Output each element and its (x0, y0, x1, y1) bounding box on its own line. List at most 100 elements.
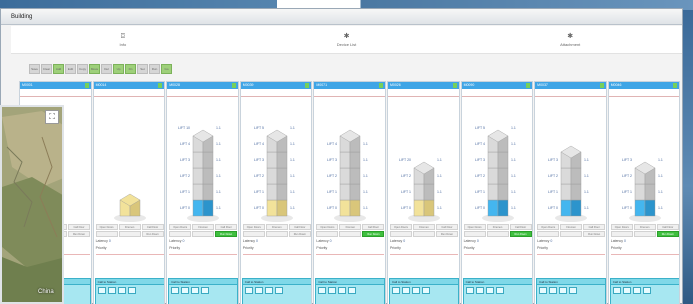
control-button[interactable]: Call Floor (141, 224, 164, 230)
call-floor-button[interactable] (274, 287, 283, 294)
panel-header[interactable]: M0037 (535, 82, 606, 89)
control-button[interactable] (610, 231, 633, 237)
call-floor-button[interactable] (348, 287, 357, 294)
toolbar-button[interactable]: Copy (77, 64, 88, 74)
control-button[interactable]: Open Doors (610, 224, 633, 230)
call-floor-button[interactable] (421, 287, 430, 294)
call-floor-button[interactable] (622, 287, 631, 294)
panel-header[interactable]: M0046 (608, 82, 680, 89)
call-floor-button[interactable] (569, 287, 578, 294)
toolbar-button[interactable]: Dn (125, 64, 136, 74)
toolbar-button[interactable]: Del (101, 64, 112, 74)
run-button[interactable]: Run Down (435, 231, 458, 237)
call-floor-button[interactable] (97, 287, 106, 294)
control-button[interactable] (192, 231, 215, 237)
control-button[interactable]: Firemen (633, 224, 656, 230)
control-button[interactable]: Call Floor (435, 224, 458, 230)
call-floor-button[interactable] (338, 287, 347, 294)
fullscreen-button[interactable]: ⛶ (45, 110, 59, 124)
toolbar-button[interactable]: Set (137, 64, 148, 74)
control-button[interactable] (463, 231, 486, 237)
run-button[interactable]: Run Down (362, 231, 385, 237)
control-button[interactable]: Firemen (192, 224, 215, 230)
call-floor-button[interactable] (201, 287, 210, 294)
control-button[interactable]: Open Doors (463, 224, 486, 230)
call-floor-button[interactable] (549, 287, 558, 294)
control-button[interactable]: Firemen (265, 224, 288, 230)
control-button[interactable]: Call Floor (362, 224, 385, 230)
call-floor-button[interactable] (642, 287, 651, 294)
control-button[interactable] (633, 231, 656, 237)
control-button[interactable] (537, 231, 560, 237)
call-floor-button[interactable] (117, 287, 126, 294)
control-button[interactable]: Open Doors (95, 224, 118, 230)
call-floor-button[interactable] (411, 287, 420, 294)
call-floor-button[interactable] (465, 287, 474, 294)
tab-attachment[interactable]: ✱ Attachment (458, 26, 682, 53)
run-button[interactable]: Run Down (509, 231, 532, 237)
call-floor-button[interactable] (254, 287, 263, 294)
call-floor-button[interactable] (264, 287, 273, 294)
control-button[interactable] (412, 231, 435, 237)
control-button[interactable] (560, 231, 583, 237)
call-floor-button[interactable] (328, 287, 337, 294)
toolbar-button[interactable]: Go (161, 64, 172, 74)
toolbar-button[interactable]: Move (89, 64, 100, 74)
call-floor-button[interactable] (401, 287, 410, 294)
toolbar-button[interactable]: Clear (41, 64, 52, 74)
control-button[interactable]: Open Doors (537, 224, 560, 230)
call-floor-button[interactable] (475, 287, 484, 294)
control-button[interactable]: Call Floor (583, 224, 606, 230)
panel-header[interactable]: M0001 (20, 82, 91, 89)
panel-header[interactable]: M0026 (387, 82, 459, 89)
run-button[interactable]: Run Down (288, 231, 311, 237)
call-floor-button[interactable] (612, 287, 621, 294)
control-button[interactable]: Firemen (339, 224, 362, 230)
toolbar-button[interactable]: Up (113, 64, 124, 74)
call-floor-button[interactable] (107, 287, 116, 294)
control-button[interactable] (242, 231, 265, 237)
call-floor-button[interactable] (495, 287, 504, 294)
toolbar-button[interactable]: Run (149, 64, 160, 74)
control-button[interactable]: Firemen (412, 224, 435, 230)
toolbar-button[interactable]: Add (53, 64, 64, 74)
run-button[interactable]: Run Down (656, 231, 679, 237)
control-button[interactable] (118, 231, 141, 237)
control-button[interactable]: Call Floor (68, 224, 90, 230)
panel-header[interactable]: M0071 (314, 82, 385, 89)
control-button[interactable]: Firemen (118, 224, 141, 230)
control-button[interactable] (316, 231, 339, 237)
control-button[interactable]: Call Floor (215, 224, 238, 230)
call-floor-button[interactable] (539, 287, 548, 294)
control-button[interactable]: Firemen (560, 224, 583, 230)
call-floor-button[interactable] (632, 287, 641, 294)
run-button[interactable]: Run Down (215, 231, 238, 237)
tab-device-list[interactable]: ✱ Device List (235, 26, 459, 53)
call-floor-button[interactable] (485, 287, 494, 294)
toolbar-button[interactable]: Edit (65, 64, 76, 74)
control-button[interactable]: Firemen (486, 224, 509, 230)
call-floor-button[interactable] (171, 287, 180, 294)
call-floor-button[interactable] (244, 287, 253, 294)
call-floor-button[interactable] (127, 287, 136, 294)
call-floor-button[interactable] (318, 287, 327, 294)
control-button[interactable] (339, 231, 362, 237)
control-button[interactable]: Open Doors (389, 224, 412, 230)
call-floor-button[interactable] (559, 287, 568, 294)
control-button[interactable]: Open Doors (242, 224, 265, 230)
window-titlebar[interactable]: Building (1, 9, 682, 25)
call-floor-button[interactable] (391, 287, 400, 294)
control-button[interactable]: Call Floor (656, 224, 679, 230)
control-button[interactable]: Open Doors (169, 224, 192, 230)
panel-header[interactable]: M0090 (461, 82, 533, 89)
call-floor-button[interactable] (191, 287, 200, 294)
run-button[interactable]: Run Down (141, 231, 164, 237)
control-button[interactable] (486, 231, 509, 237)
panel-header[interactable]: M0028 (167, 82, 238, 89)
control-button[interactable]: Open Doors (316, 224, 339, 230)
control-button[interactable] (389, 231, 412, 237)
control-button[interactable] (95, 231, 118, 237)
call-floor-button[interactable] (181, 287, 190, 294)
control-button[interactable] (169, 231, 192, 237)
tab-info[interactable]: ⌼ Info (11, 26, 235, 53)
